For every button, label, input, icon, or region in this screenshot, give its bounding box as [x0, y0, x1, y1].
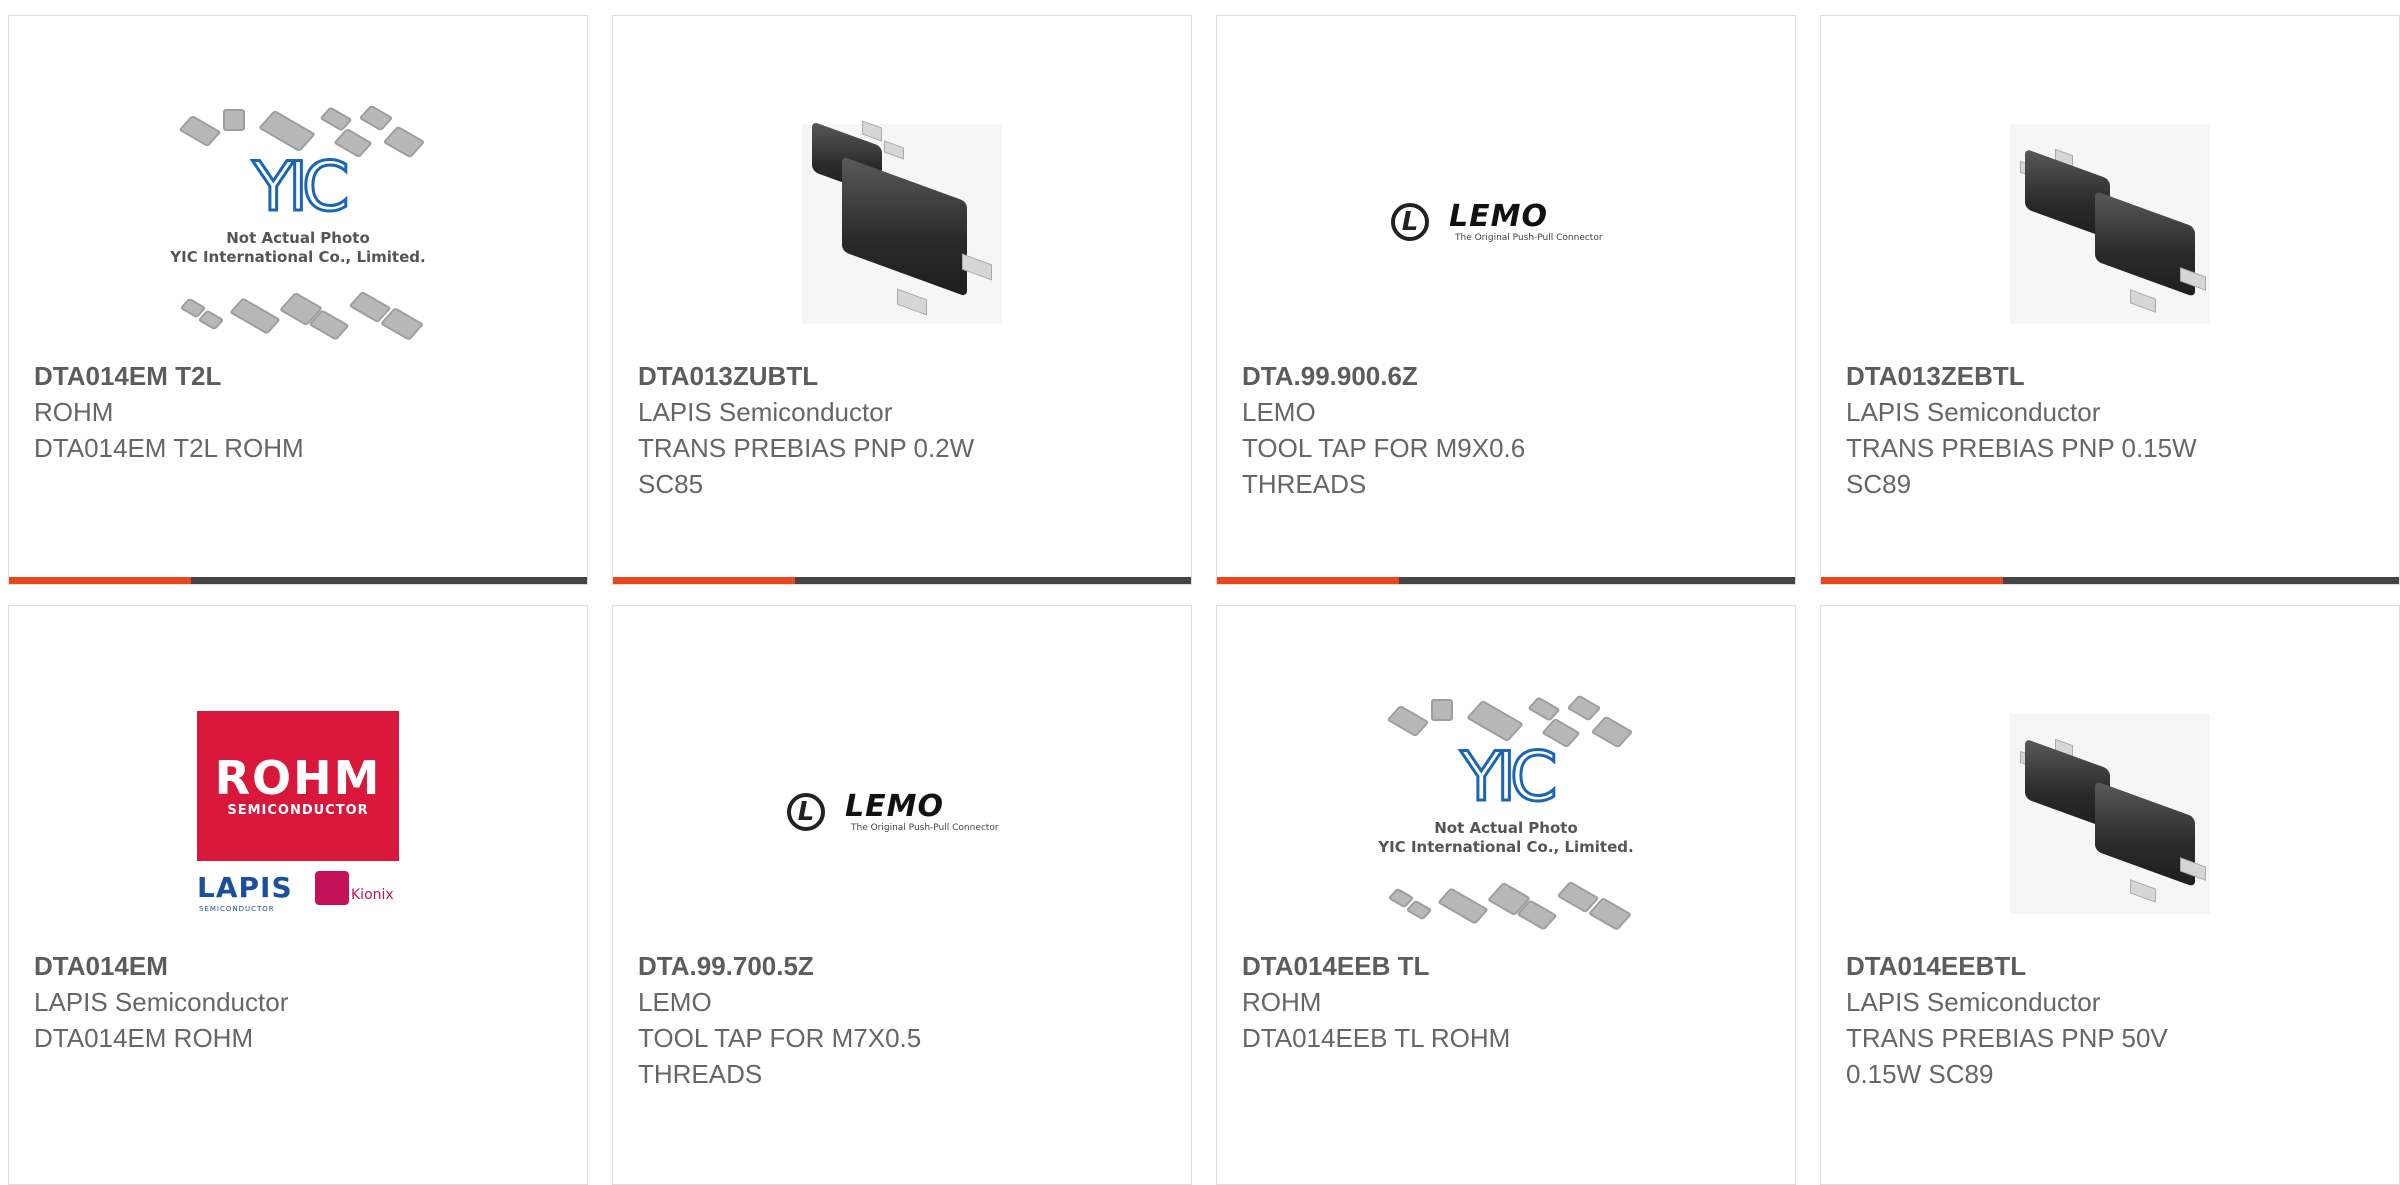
- card-bottom-bar: [1821, 577, 2399, 584]
- placeholder-caption: Not Actual Photo YIC International Co., …: [170, 229, 426, 266]
- product-info: DTA014EEB TL ROHM DTA014EEB TL ROHM: [1242, 948, 1775, 1056]
- product-description: DTA014EEB TL ROHM: [1242, 1023, 1511, 1053]
- card-bottom-bar: [9, 577, 587, 584]
- product-image[interactable]: L LEMO The Original Push-Pull Connector: [1217, 86, 1795, 361]
- manufacturer: ROHM: [34, 397, 114, 427]
- yic-logo: YIC: [1459, 738, 1559, 817]
- product-card[interactable]: DTA014EEBTL LAPIS Semiconductor TRANS PR…: [1820, 605, 2400, 1185]
- product-description: TRANS PREBIAS PNP 50V 0.15W SC89: [1846, 1023, 2168, 1089]
- part-number[interactable]: DTA014EM: [34, 948, 567, 984]
- product-info: DTA.99.700.5Z LEMO TOOL TAP FOR M7X0.5 T…: [638, 948, 1171, 1092]
- product-card[interactable]: L LEMO The Original Push-Pull Connector …: [1216, 15, 1796, 585]
- part-number[interactable]: DTA013ZEBTL: [1846, 358, 2379, 394]
- placeholder-image: YIC Not Actual Photo YIC International C…: [1371, 691, 1641, 936]
- product-image[interactable]: ROHM SEMICONDUCTOR LAPIS SEMICONDUCTOR K…: [9, 676, 587, 951]
- product-card[interactable]: L LEMO The Original Push-Pull Connector …: [612, 605, 1192, 1185]
- product-image[interactable]: YIC Not Actual Photo YIC International C…: [9, 86, 587, 361]
- part-number[interactable]: DTA013ZUBTL: [638, 358, 1171, 394]
- part-number[interactable]: DTA014EEB TL: [1242, 948, 1775, 984]
- manufacturer: LAPIS Semiconductor: [638, 397, 893, 427]
- product-description: TRANS PREBIAS PNP 0.15W SC89: [1846, 433, 2197, 499]
- product-image[interactable]: L LEMO The Original Push-Pull Connector: [613, 676, 1191, 951]
- manufacturer: LEMO: [1242, 397, 1316, 427]
- manufacturer: LAPIS Semiconductor: [1846, 397, 2101, 427]
- product-description: TOOL TAP FOR M9X0.6 THREADS: [1242, 433, 1526, 499]
- manufacturer: LAPIS Semiconductor: [1846, 987, 2101, 1017]
- part-number[interactable]: DTA.99.900.6Z: [1242, 358, 1775, 394]
- product-image[interactable]: [613, 86, 1191, 361]
- product-description: DTA014EM T2L ROHM: [34, 433, 304, 463]
- lemo-logo: L LEMO The Original Push-Pull Connector: [787, 789, 1017, 839]
- rohm-lapis-logo: ROHM SEMICONDUCTOR LAPIS SEMICONDUCTOR K…: [197, 711, 399, 916]
- card-bottom-bar: [1217, 577, 1795, 584]
- placeholder-image: YIC Not Actual Photo YIC International C…: [163, 101, 433, 346]
- product-description: TOOL TAP FOR M7X0.5 THREADS: [638, 1023, 922, 1089]
- card-bottom-bar: [613, 577, 1191, 584]
- product-image[interactable]: YIC Not Actual Photo YIC International C…: [1217, 676, 1795, 951]
- lemo-logo: L LEMO The Original Push-Pull Connector: [1391, 199, 1621, 249]
- product-info: DTA013ZEBTL LAPIS Semiconductor TRANS PR…: [1846, 358, 2379, 502]
- product-image[interactable]: [1821, 86, 2399, 361]
- part-number[interactable]: DTA.99.700.5Z: [638, 948, 1171, 984]
- smd-package-image: [2010, 123, 2210, 324]
- part-number[interactable]: DTA014EM T2L: [34, 358, 567, 394]
- product-info: DTA014EM LAPIS Semiconductor DTA014EM RO…: [34, 948, 567, 1056]
- manufacturer: LAPIS Semiconductor: [34, 987, 289, 1017]
- yic-logo: YIC: [251, 148, 351, 227]
- product-card[interactable]: ROHM SEMICONDUCTOR LAPIS SEMICONDUCTOR K…: [8, 605, 588, 1185]
- placeholder-caption: Not Actual Photo YIC International Co., …: [1378, 819, 1634, 856]
- product-info: DTA014EM T2L ROHM DTA014EM T2L ROHM: [34, 358, 567, 466]
- product-grid: YIC Not Actual Photo YIC International C…: [0, 0, 2400, 1185]
- product-image[interactable]: [1821, 676, 2399, 951]
- product-info: DTA.99.900.6Z LEMO TOOL TAP FOR M9X0.6 T…: [1242, 358, 1775, 502]
- product-info: DTA013ZUBTL LAPIS Semiconductor TRANS PR…: [638, 358, 1171, 502]
- product-card[interactable]: DTA013ZUBTL LAPIS Semiconductor TRANS PR…: [612, 15, 1192, 585]
- part-number[interactable]: DTA014EEBTL: [1846, 948, 2379, 984]
- manufacturer: ROHM: [1242, 987, 1322, 1017]
- product-info: DTA014EEBTL LAPIS Semiconductor TRANS PR…: [1846, 948, 2379, 1092]
- manufacturer: LEMO: [638, 987, 712, 1017]
- product-description: DTA014EM ROHM: [34, 1023, 254, 1053]
- product-card[interactable]: YIC Not Actual Photo YIC International C…: [1216, 605, 1796, 1185]
- smd-package-image: [2010, 713, 2210, 914]
- product-description: TRANS PREBIAS PNP 0.2W SC85: [638, 433, 975, 499]
- product-card[interactable]: YIC Not Actual Photo YIC International C…: [8, 15, 588, 585]
- product-card[interactable]: DTA013ZEBTL LAPIS Semiconductor TRANS PR…: [1820, 15, 2400, 585]
- smd-package-image: [802, 119, 1002, 324]
